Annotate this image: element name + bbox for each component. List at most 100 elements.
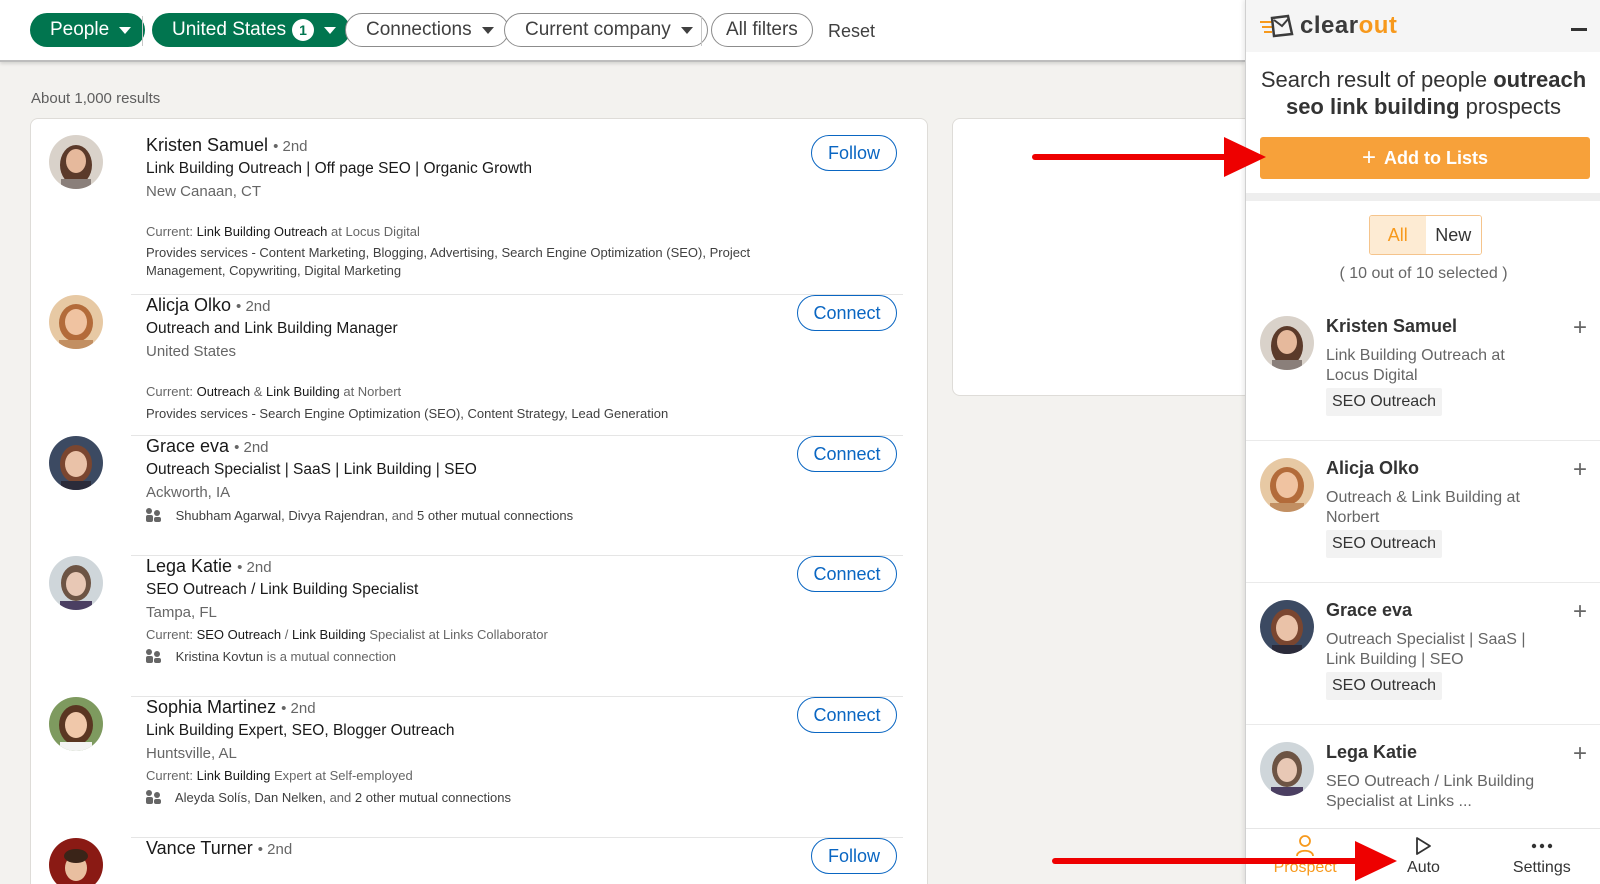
chevron-down-icon bbox=[119, 26, 132, 34]
prospect-description: Outreach Specialist | SaaS | Link Buildi… bbox=[1326, 631, 1526, 668]
clearout-header: clearout bbox=[1246, 0, 1600, 52]
divider bbox=[1246, 193, 1600, 201]
result-name[interactable]: Grace eva bbox=[146, 436, 229, 456]
prospect-description: Outreach & Link Building at Norbert bbox=[1326, 489, 1520, 526]
add-icon[interactable]: + bbox=[1573, 600, 1587, 624]
result-headline: Link Building Expert, SEO, Blogger Outre… bbox=[146, 722, 455, 739]
search-filter-bar: People United States 1 Connections Curre… bbox=[0, 0, 1245, 62]
result-name[interactable]: Vance Turner bbox=[146, 838, 253, 858]
prospect-name: Alicja Olko bbox=[1326, 458, 1420, 478]
result-mutual-connections[interactable]: Aleyda Solís, Dan Nelken, and 2 other mu… bbox=[146, 790, 511, 805]
people-filter-button[interactable]: People bbox=[30, 13, 146, 47]
logo-text-clear: clear bbox=[1300, 12, 1359, 39]
result-headline: Outreach and Link Building Manager bbox=[146, 320, 398, 337]
mutual-connections-icon bbox=[146, 649, 162, 663]
clearout-panel: clearout Search result of people outreac… bbox=[1245, 0, 1600, 884]
mutual-names: Aleyda Solís, Dan Nelken, bbox=[174, 790, 326, 805]
tab-prospect[interactable]: Prospect bbox=[1246, 829, 1364, 884]
result-location: Huntsville, AL bbox=[146, 745, 237, 762]
current-separator: / bbox=[284, 627, 289, 642]
clearout-search-title: Search result of people outreach seo lin… bbox=[1246, 66, 1600, 120]
avatar[interactable] bbox=[49, 697, 103, 751]
result-name[interactable]: Kristen Samuel bbox=[146, 135, 268, 155]
all-filters-label: All filters bbox=[726, 19, 798, 40]
result-location: Tampa, FL bbox=[146, 604, 217, 621]
add-to-lists-button[interactable]: + Add to Lists bbox=[1260, 137, 1590, 179]
list-item: Lega Katie SEO Outreach / Link Building … bbox=[1246, 722, 1600, 826]
result-name[interactable]: Lega Katie bbox=[146, 556, 232, 576]
result-mutual-connections[interactable]: Shubham Agarwal, Divya Rajendran, and 5 … bbox=[146, 508, 573, 523]
result-location: New Canaan, CT bbox=[146, 183, 262, 200]
list-item: Grace eva Outreach Specialist | SaaS | L… bbox=[1246, 580, 1600, 725]
connect-button[interactable]: Connect bbox=[797, 436, 897, 472]
result-name-line: Grace eva • 2nd bbox=[146, 436, 269, 457]
current-company-filter-label: Current company bbox=[525, 19, 671, 40]
avatar[interactable] bbox=[49, 838, 103, 884]
toggle-new[interactable]: New bbox=[1425, 216, 1481, 254]
avatar[interactable] bbox=[49, 436, 103, 490]
add-icon[interactable]: + bbox=[1573, 316, 1587, 340]
filter-divider bbox=[701, 16, 702, 46]
current-company: at Norbert bbox=[343, 384, 402, 399]
toggle-all[interactable]: All bbox=[1370, 216, 1426, 254]
minimize-icon[interactable] bbox=[1571, 28, 1587, 31]
selected-count: ( 10 out of 10 selected ) bbox=[1339, 265, 1508, 282]
avatar bbox=[1260, 316, 1314, 370]
reset-button[interactable]: Reset bbox=[828, 21, 875, 42]
result-location: Ackworth, IA bbox=[146, 484, 231, 501]
avatar[interactable] bbox=[49, 135, 103, 189]
more-icon bbox=[1531, 835, 1553, 857]
result-services: Provides services - Search Engine Optimi… bbox=[146, 406, 669, 421]
follow-button[interactable]: Follow bbox=[811, 135, 897, 171]
connect-button[interactable]: Connect bbox=[797, 295, 897, 331]
result-name-line: Lega Katie • 2nd bbox=[146, 556, 272, 577]
all-filters-button[interactable]: All filters bbox=[711, 13, 813, 47]
result-name[interactable]: Alicja Olko bbox=[146, 295, 231, 315]
current-company: Specialist at Links Collaborator bbox=[369, 627, 548, 642]
result-current-position: Current: Outreach & Link Building at Nor… bbox=[146, 384, 401, 399]
current-role: Link Building bbox=[292, 627, 366, 642]
prospect-description: Link Building Outreach at Locus Digital bbox=[1326, 347, 1505, 384]
current-company: Expert at Self-employed bbox=[273, 768, 413, 783]
prospect-name: Lega Katie bbox=[1326, 742, 1418, 762]
mutual-other: 5 other mutual connections bbox=[417, 508, 574, 523]
avatar bbox=[1260, 742, 1314, 796]
person-icon bbox=[1295, 835, 1315, 857]
title-part: Search result of people bbox=[1260, 67, 1488, 92]
current-prefix: Current: bbox=[146, 384, 193, 399]
result-current-position: Current: SEO Outreach / Link Building Sp… bbox=[146, 627, 548, 642]
connection-degree: • 2nd bbox=[281, 700, 316, 717]
result-current-position: Current: Link Building Outreach at Locus… bbox=[146, 224, 420, 239]
connections-filter-button[interactable]: Connections bbox=[345, 13, 509, 47]
clearout-tab-bar: Prospect Auto Settings bbox=[1246, 828, 1600, 884]
filter-count-badge: 1 bbox=[292, 19, 315, 41]
add-icon[interactable]: + bbox=[1573, 458, 1587, 482]
tab-settings[interactable]: Settings bbox=[1483, 829, 1600, 884]
avatar[interactable] bbox=[49, 556, 103, 610]
add-icon[interactable]: + bbox=[1573, 742, 1587, 766]
result-headline: Link Building Outreach | Off page SEO | … bbox=[146, 160, 532, 177]
current-role: Link Building bbox=[196, 768, 271, 783]
connect-button[interactable]: Connect bbox=[797, 556, 897, 592]
all-new-toggle: All New bbox=[1369, 215, 1482, 255]
mutual-names: Kristina Kovtun bbox=[175, 649, 264, 664]
chevron-down-icon bbox=[680, 26, 693, 34]
connect-button[interactable]: Connect bbox=[797, 697, 897, 733]
plus-icon: + bbox=[1361, 144, 1376, 171]
result-item: Alicja Olko • 2nd Outreach and Link Buil… bbox=[49, 295, 917, 436]
filter-divider bbox=[142, 16, 143, 46]
title-keyword: outreach bbox=[1493, 67, 1587, 92]
result-mutual-connections[interactable]: Kristina Kovtun is a mutual connection bbox=[146, 649, 396, 664]
avatar bbox=[1260, 600, 1314, 654]
avatar[interactable] bbox=[49, 295, 103, 349]
prospect-tag: SEO Outreach bbox=[1326, 388, 1443, 416]
tab-label: Auto bbox=[1407, 859, 1440, 876]
clearout-prospect-list: Kristen Samuel Link Building Outreach at… bbox=[1246, 296, 1600, 826]
location-filter-button[interactable]: United States 1 bbox=[152, 13, 351, 47]
follow-button[interactable]: Follow bbox=[811, 838, 897, 874]
chevron-down-icon bbox=[481, 26, 494, 34]
result-name[interactable]: Sophia Martinez bbox=[146, 697, 276, 717]
current-company-filter-button[interactable]: Current company bbox=[504, 13, 708, 47]
result-item: Grace eva • 2nd Outreach Specialist | Sa… bbox=[49, 436, 917, 556]
result-name-line: Alicja Olko • 2nd bbox=[146, 295, 271, 316]
